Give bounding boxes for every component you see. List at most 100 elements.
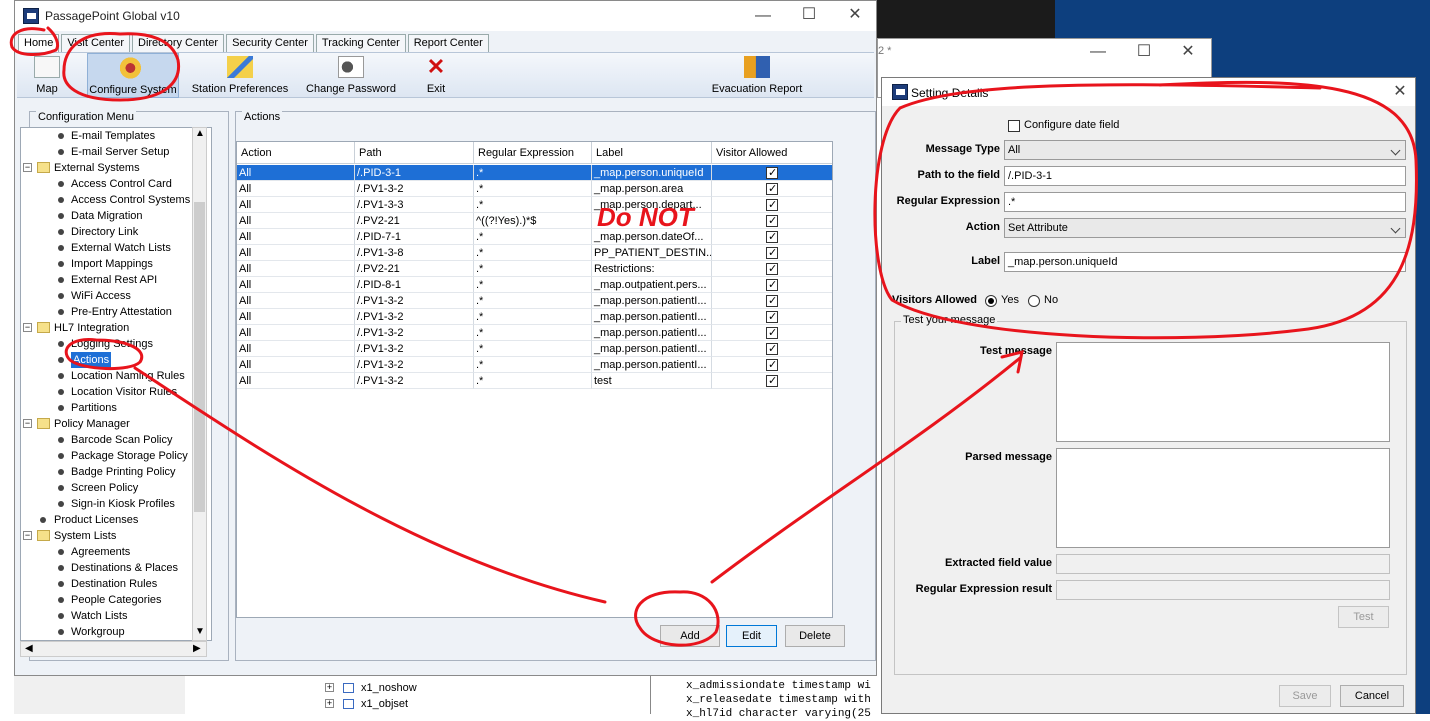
tree-item[interactable]: Workgroup: [21, 624, 211, 640]
close-icon[interactable]: ✕: [1390, 84, 1410, 100]
minimize-icon[interactable]: —: [753, 8, 773, 24]
tab-security-center[interactable]: Security Center: [226, 34, 314, 52]
action-select[interactable]: Set Attribute: [1004, 218, 1406, 238]
tree-item[interactable]: Product Licenses: [21, 512, 211, 528]
table-row[interactable]: All/.PV1-3-2 .* _map.person.patientI...: [237, 341, 832, 357]
tree-item[interactable]: Data Migration: [21, 208, 211, 224]
table-row[interactable]: All/.PV1-3-2 .* _map.person.patientI...: [237, 293, 832, 309]
test-button[interactable]: Test: [1338, 606, 1389, 628]
configure-date-checkbox[interactable]: [1008, 120, 1020, 132]
collapse-icon[interactable]: −: [23, 419, 32, 428]
tree-item[interactable]: Import Mappings: [21, 256, 211, 272]
tree-item[interactable]: Access Control Systems: [21, 192, 211, 208]
visitor-allowed-checkbox[interactable]: [766, 357, 778, 372]
tree-item[interactable]: + x1_noshow: [325, 680, 625, 696]
tab-home[interactable]: Home: [18, 34, 60, 52]
visitor-allowed-checkbox[interactable]: [766, 341, 778, 356]
tree-item[interactable]: − Policy Manager: [21, 416, 211, 432]
tree-item[interactable]: − System Lists: [21, 528, 211, 544]
tree-item[interactable]: Barcode Scan Policy: [21, 432, 211, 448]
save-button[interactable]: Save: [1279, 685, 1331, 707]
collapse-icon[interactable]: −: [23, 163, 32, 172]
configure-system-button[interactable]: Configure System: [87, 53, 179, 98]
tree-item[interactable]: Sign-in Kiosk Profiles: [21, 496, 211, 512]
table-row[interactable]: All/.PV1-3-2 .* _map.person.area: [237, 181, 832, 197]
tree-item[interactable]: Actions: [21, 352, 211, 368]
path-input[interactable]: /.PID-3-1: [1004, 166, 1406, 186]
edit-button[interactable]: Edit: [726, 625, 777, 647]
tab-report-center[interactable]: Report Center: [407, 34, 489, 52]
maximize-icon[interactable]: ☐: [1134, 44, 1154, 60]
tree-item[interactable]: External Watch Lists: [21, 240, 211, 256]
tree-item[interactable]: Location Naming Rules: [21, 368, 211, 384]
horizontal-scrollbar[interactable]: ◀ ▶: [20, 641, 207, 657]
table-row[interactable]: All/.PID-8-1 .* _map.outpatient.pers...: [237, 277, 832, 293]
table-row[interactable]: All/.PV1-3-3 .* _map.person.depart...: [237, 197, 832, 213]
tree-item[interactable]: E-mail Server Setup: [21, 144, 211, 160]
parsed-message-textarea[interactable]: [1056, 448, 1390, 548]
evacuation-report-button[interactable]: Evacuation Report: [707, 53, 807, 98]
visitor-allowed-checkbox[interactable]: [766, 277, 778, 292]
collapse-icon[interactable]: −: [23, 531, 32, 540]
tree-item[interactable]: − External Systems: [21, 160, 211, 176]
configuration-tree[interactable]: E-mail Templates E-mail Server Setup − Exte…: [20, 127, 212, 641]
tree-item[interactable]: Access Control Card: [21, 176, 211, 192]
add-button[interactable]: Add: [660, 625, 720, 647]
tree-item[interactable]: Watch Lists: [21, 608, 211, 624]
visitor-allowed-checkbox[interactable]: [766, 309, 778, 324]
table-row[interactable]: All/.PV1-3-2 .* _map.person.patientI...: [237, 309, 832, 325]
column-header-visitor-allowed[interactable]: Visitor Allowed: [712, 142, 832, 164]
column-header-regex[interactable]: Regular Expression: [474, 142, 592, 164]
close-icon[interactable]: ✕: [845, 7, 865, 23]
test-message-textarea[interactable]: [1056, 342, 1390, 442]
scroll-left-icon[interactable]: ◀: [25, 643, 33, 654]
visitors-no-radio[interactable]: [1028, 295, 1040, 307]
tree-item[interactable]: E-mail Templates: [21, 128, 211, 144]
column-header-path[interactable]: Path: [355, 142, 474, 164]
close-icon[interactable]: ✕: [1178, 44, 1198, 60]
tree-item[interactable]: Package Storage Policy: [21, 448, 211, 464]
tree-item[interactable]: − HL7 Integration: [21, 320, 211, 336]
visitor-allowed-checkbox[interactable]: [766, 213, 778, 228]
tab-tracking-center[interactable]: Tracking Center: [315, 34, 406, 52]
change-password-button[interactable]: Change Password: [301, 53, 401, 98]
scrollbar-thumb[interactable]: [194, 202, 205, 512]
tree-item[interactable]: Logging Settings: [21, 336, 211, 352]
table-row[interactable]: All/.PV1-3-2 .* _map.person.patientI...: [237, 357, 832, 373]
vertical-scrollbar[interactable]: ▲ ▼: [192, 127, 207, 641]
visitor-allowed-checkbox[interactable]: [766, 197, 778, 212]
scroll-right-icon[interactable]: ▶: [193, 643, 201, 654]
table-row[interactable]: All/.PV1-3-2 .* _map.person.patientI...: [237, 325, 832, 341]
tree-item[interactable]: External Rest API: [21, 272, 211, 288]
visitor-allowed-checkbox[interactable]: [766, 245, 778, 260]
label-input[interactable]: _map.person.uniqueId: [1004, 252, 1406, 272]
tree-item[interactable]: Directory Link: [21, 224, 211, 240]
column-header-label[interactable]: Label: [592, 142, 712, 164]
tree-item[interactable]: Destination Rules: [21, 576, 211, 592]
tree-item[interactable]: Badge Printing Policy: [21, 464, 211, 480]
visitor-allowed-checkbox[interactable]: [766, 373, 778, 388]
table-row[interactable]: All/.PID-3-1 .* _map.person.uniqueId: [237, 165, 832, 181]
station-preferences-button[interactable]: Station Preferences: [189, 53, 291, 98]
table-row[interactable]: All/.PV2-21 ^((?!Yes).)*$: [237, 213, 832, 229]
collapse-icon[interactable]: −: [23, 323, 32, 332]
visitors-yes-radio[interactable]: [985, 295, 997, 307]
table-row[interactable]: All/.PV1-3-8 .* PP_PATIENT_DESTIN...: [237, 245, 832, 261]
visitor-allowed-checkbox[interactable]: [766, 181, 778, 196]
tab-visit-center[interactable]: Visit Center: [61, 34, 130, 52]
scroll-down-icon[interactable]: ▼: [195, 626, 205, 637]
tree-item[interactable]: Destinations & Places: [21, 560, 211, 576]
table-row[interactable]: All/.PV2-21 .* Restrictions:: [237, 261, 832, 277]
message-type-select[interactable]: All: [1004, 140, 1406, 160]
maximize-icon[interactable]: ☐: [799, 7, 819, 23]
minimize-icon[interactable]: —: [1088, 44, 1108, 60]
table-row[interactable]: All/.PV1-3-2 .* test: [237, 373, 832, 389]
map-button[interactable]: Map: [19, 53, 75, 98]
regex-input[interactable]: .*: [1004, 192, 1406, 212]
tree-item[interactable]: Location Visitor Rules: [21, 384, 211, 400]
visitor-allowed-checkbox[interactable]: [766, 293, 778, 308]
delete-button[interactable]: Delete: [785, 625, 845, 647]
tree-item[interactable]: WiFi Access: [21, 288, 211, 304]
visitor-allowed-checkbox[interactable]: [766, 261, 778, 276]
scroll-up-icon[interactable]: ▲: [195, 128, 205, 139]
